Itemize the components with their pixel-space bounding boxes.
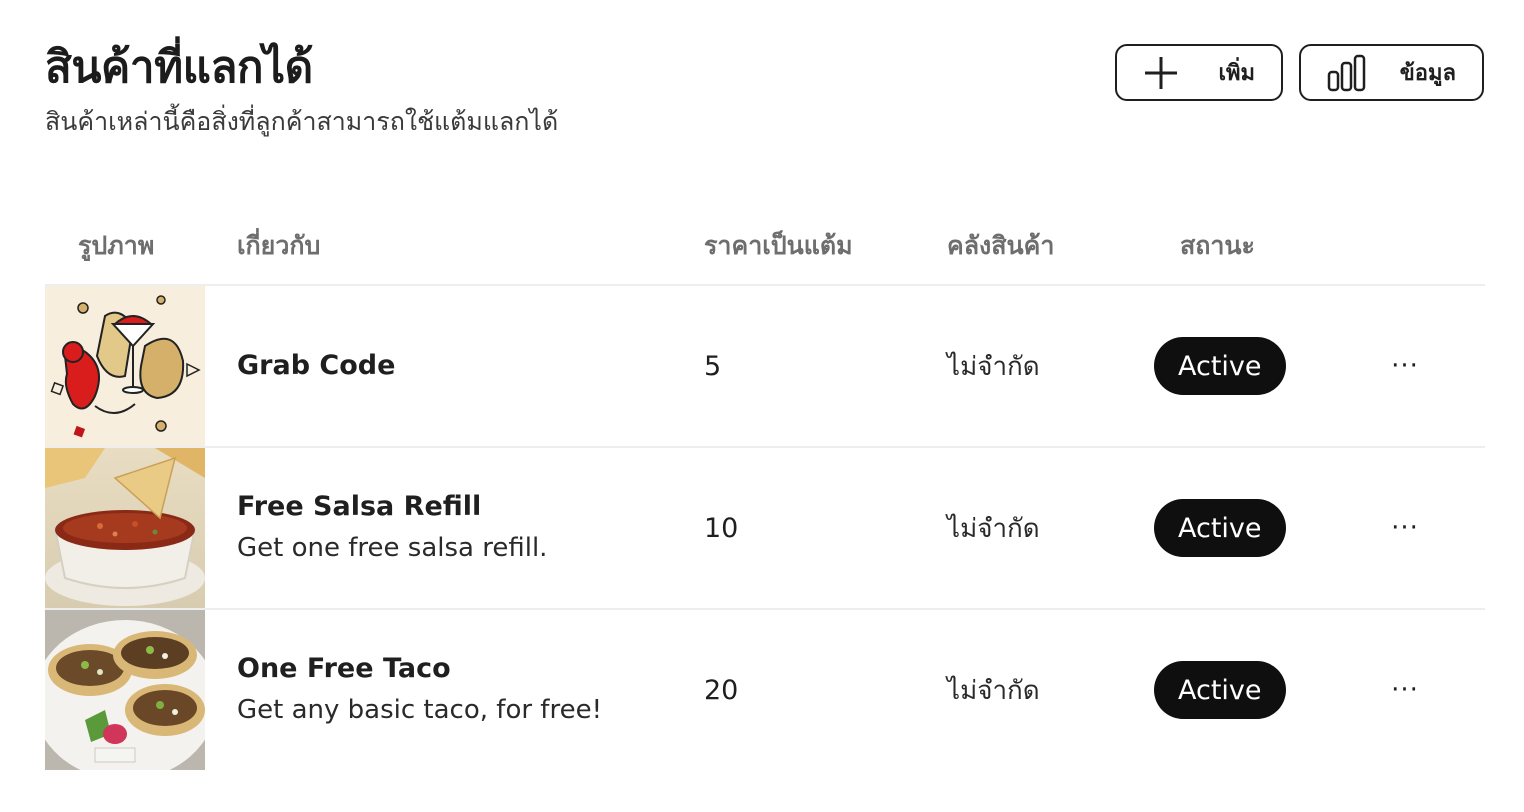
item-stock: ไม่จำกัด: [947, 351, 1040, 382]
column-header-stock: คลังสินค้า: [947, 231, 1055, 260]
page-title: สินค้าที่แลกได้: [45, 42, 313, 93]
product-image: [45, 448, 205, 608]
row-about: One Free Taco Get any basic taco, for fr…: [237, 610, 602, 770]
status-cell: Active: [1154, 610, 1286, 770]
table-header: รูปภาพ เกี่ยวกับ ราคาเป็นแต้ม คลังสินค้า…: [45, 206, 1485, 286]
item-name: Free Salsa Refill: [237, 491, 482, 522]
column-header-image: รูปภาพ: [78, 231, 155, 260]
product-image: [45, 286, 205, 446]
add-button-label: เพิ่ม: [1218, 61, 1255, 86]
plus-icon: [1143, 55, 1179, 91]
product-image: [45, 610, 205, 770]
item-name: One Free Taco: [237, 653, 451, 684]
data-button-label: ข้อมูล: [1399, 61, 1456, 86]
item-points: 10: [704, 512, 739, 544]
item-points: 20: [704, 674, 739, 706]
row-about: Free Salsa Refill Get one free salsa ref…: [237, 448, 547, 608]
item-name: Grab Code: [237, 350, 396, 381]
column-header-status: สถานะ: [1180, 231, 1255, 260]
column-header-about: เกี่ยวกับ: [237, 231, 321, 260]
header-actions: เพิ่ม ข้อมูล: [1115, 44, 1484, 101]
bar-chart-icon: [1327, 54, 1367, 92]
more-options-button[interactable]: ···: [1385, 286, 1425, 446]
item-points: 5: [704, 350, 722, 382]
status-cell: Active: [1154, 448, 1286, 608]
item-stock: ไม่จำกัด: [947, 513, 1040, 544]
row-about: Grab Code: [237, 286, 395, 446]
status-badge: Active: [1154, 661, 1286, 719]
item-description: Get one free salsa refill.: [237, 533, 548, 563]
page-header: สินค้าที่แลกได้ สินค้าเหล่านี้คือสิ่งที่…: [45, 40, 558, 140]
table-row[interactable]: Free Salsa Refill Get one free salsa ref…: [45, 448, 1485, 610]
status-cell: Active: [1154, 286, 1286, 446]
page-subtitle: สินค้าเหล่านี้คือสิ่งที่ลูกค้าสามารถใช้แ…: [45, 107, 559, 136]
column-header-points: ราคาเป็นแต้ม: [704, 231, 853, 260]
more-options-button[interactable]: ···: [1385, 448, 1425, 608]
add-button[interactable]: เพิ่ม: [1115, 44, 1283, 101]
table-row[interactable]: One Free Taco Get any basic taco, for fr…: [45, 610, 1485, 772]
rewards-table: รูปภาพ เกี่ยวกับ ราคาเป็นแต้ม คลังสินค้า…: [45, 206, 1485, 772]
item-description: Get any basic taco, for free!: [237, 695, 602, 725]
table-row[interactable]: Grab Code 5 ไม่จำกัด Active ···: [45, 286, 1485, 448]
data-button[interactable]: ข้อมูล: [1299, 44, 1484, 101]
status-badge: Active: [1154, 499, 1286, 557]
more-options-button[interactable]: ···: [1385, 610, 1425, 770]
item-stock: ไม่จำกัด: [947, 675, 1040, 706]
status-badge: Active: [1154, 337, 1286, 395]
